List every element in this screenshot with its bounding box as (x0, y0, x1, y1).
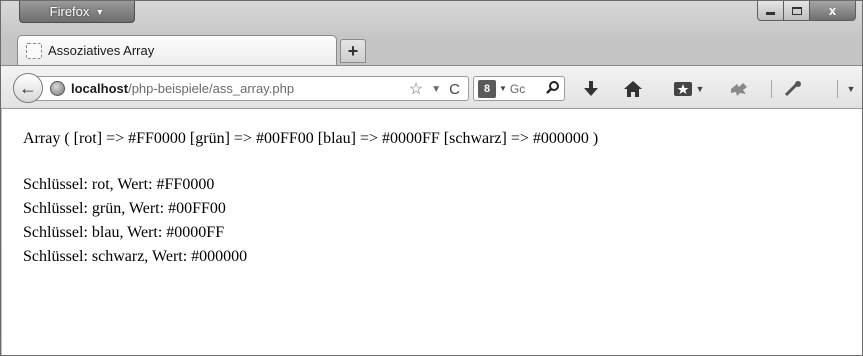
key-value-line: Schlüssel: schwarz, Wert: #000000 (23, 248, 248, 265)
chevron-down-icon: ▼ (846, 83, 856, 94)
history-dropdown-icon[interactable]: ▼ (431, 84, 441, 95)
firefox-menu-label: Firefox (49, 4, 90, 19)
url-bar-icons: ☆ ▼ C (409, 79, 460, 99)
back-button[interactable]: ← (13, 73, 43, 103)
navigation-toolbar: ← localhost /php-beispiele/ass_array.php… (1, 65, 862, 109)
page-content: Array ( [rot] => #FF0000 [grün] => #00FF… (2, 109, 862, 355)
download-icon[interactable] (579, 76, 603, 101)
toolbar-separator (837, 80, 838, 98)
print-r-output: Array ( [rot] => #FF0000 [grün] => #00FF… (23, 130, 599, 147)
close-button[interactable]: x (810, 1, 856, 21)
close-icon: x (828, 3, 837, 18)
search-bar[interactable]: 8 ▼ Gc (473, 76, 565, 101)
chevron-down-icon: ▼ (95, 6, 105, 17)
maximize-icon (791, 6, 802, 15)
key-value-line: Schlüssel: rot, Wert: #FF0000 (23, 176, 215, 193)
addon-icon[interactable] (725, 76, 753, 101)
browser-window: Firefox ▼ x Assoziatives Array + ← local… (0, 0, 863, 356)
search-engine-icon[interactable]: 8 (478, 79, 496, 98)
line-break (23, 151, 862, 173)
back-arrow-icon: ← (19, 77, 37, 98)
maximize-button[interactable] (784, 1, 810, 21)
window-controls: x (757, 1, 856, 21)
tab-active[interactable]: Assoziatives Array (17, 35, 337, 65)
default-favicon-icon (26, 42, 42, 59)
bookmarks-menu-icon[interactable]: ▼ (669, 76, 709, 101)
url-bar[interactable]: localhost /php-beispiele/ass_array.php ☆… (31, 76, 469, 101)
key-value-line: Schlüssel: blau, Wert: #0000FF (23, 224, 225, 241)
toolbar-separator (771, 80, 772, 98)
home-icon[interactable] (621, 76, 645, 101)
reload-icon[interactable]: C (449, 81, 460, 98)
plus-icon: + (347, 40, 359, 61)
firefox-menu-button[interactable]: Firefox ▼ (19, 1, 135, 23)
tools-icon[interactable] (781, 76, 805, 101)
chevron-down-icon[interactable]: ▼ (499, 84, 507, 93)
tab-title: Assoziatives Array (48, 43, 155, 58)
minimize-icon (766, 12, 775, 15)
search-input[interactable]: Gc (510, 82, 525, 96)
key-value-line: Schlüssel: grün, Wert: #00FF00 (23, 200, 226, 217)
overflow-menu-icon[interactable]: ▼ (841, 76, 857, 101)
url-host: localhost (71, 81, 129, 96)
search-icon[interactable] (546, 80, 560, 97)
site-identity-icon[interactable] (50, 81, 65, 96)
url-path: /php-beispiele/ass_array.php (128, 81, 295, 96)
bookmark-star-icon[interactable]: ☆ (409, 79, 423, 99)
chevron-down-icon: ▼ (695, 83, 705, 94)
new-tab-button[interactable]: + (340, 39, 366, 63)
minimize-button[interactable] (757, 1, 784, 21)
